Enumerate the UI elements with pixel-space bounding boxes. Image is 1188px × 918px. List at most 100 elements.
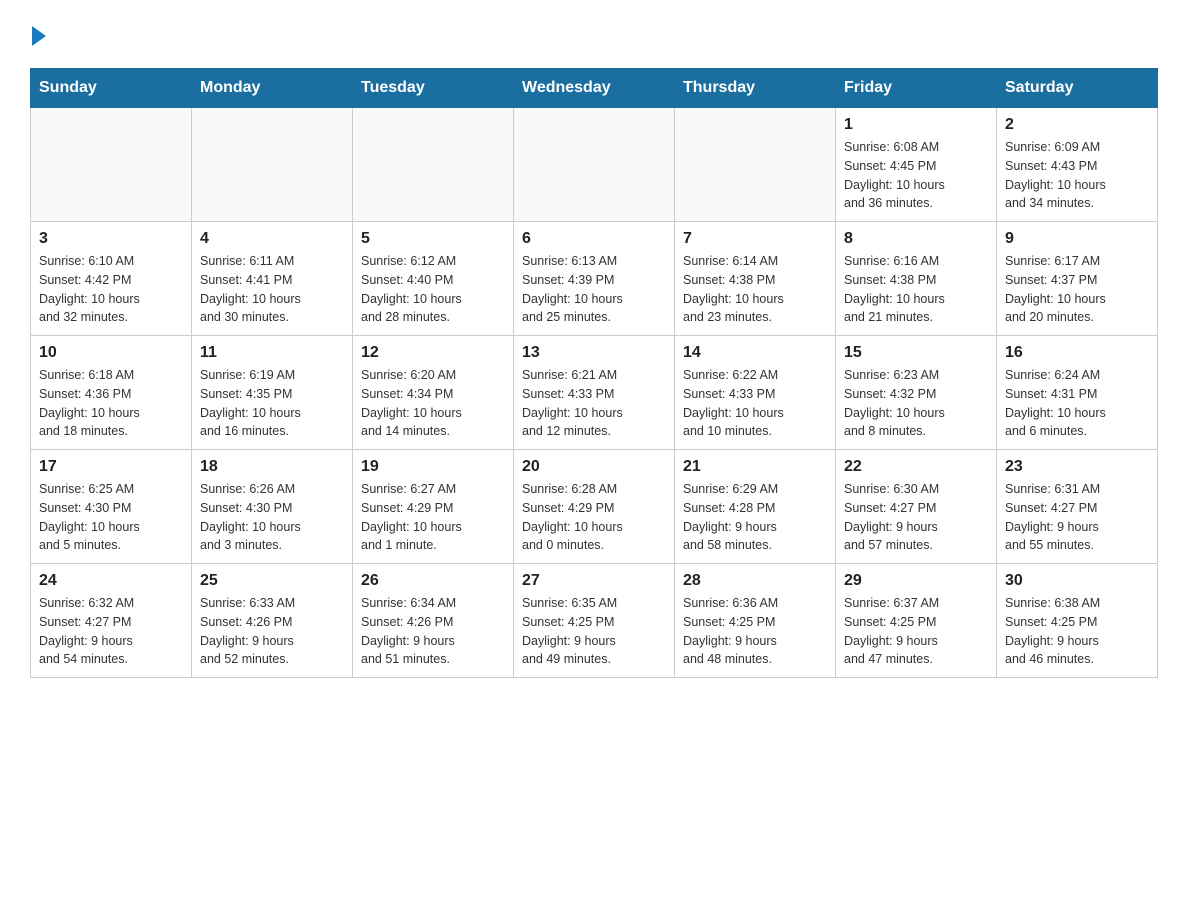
day-info: Sunrise: 6:26 AM Sunset: 4:30 PM Dayligh… [200, 480, 344, 555]
day-number: 21 [683, 458, 827, 476]
day-number: 20 [522, 458, 666, 476]
day-number: 22 [844, 458, 988, 476]
calendar-cell: 28 Sunrise: 6:36 AM Sunset: 4:25 PM Dayli… [675, 564, 836, 678]
calendar-cell: 21 Sunrise: 6:29 AM Sunset: 4:28 PM Dayli… [675, 450, 836, 564]
day-number: 24 [39, 572, 183, 590]
calendar-cell: 25 Sunrise: 6:33 AM Sunset: 4:26 PM Dayli… [192, 564, 353, 678]
calendar-cell: 10Sunrise: 6:18 AM Sunset: 4:36 PM Dayli… [31, 336, 192, 450]
day-number: 26 [361, 572, 505, 590]
weekday-header-saturday: Saturday [997, 69, 1158, 108]
day-info: Sunrise: 6:10 AM Sunset: 4:42 PM Dayligh… [39, 252, 183, 327]
weekday-header-sunday: Sunday [31, 69, 192, 108]
calendar-cell: 17Sunrise: 6:25 AM Sunset: 4:30 PM Dayli… [31, 450, 192, 564]
calendar-cell: 1Sunrise: 6:08 AM Sunset: 4:45 PM Daylig… [836, 108, 997, 222]
calendar-cell: 9 Sunrise: 6:17 AM Sunset: 4:37 PM Daylig… [997, 222, 1158, 336]
calendar-cell: 15 Sunrise: 6:23 AM Sunset: 4:32 PM Dayli… [836, 336, 997, 450]
day-info: Sunrise: 6:29 AM Sunset: 4:28 PM Dayligh… [683, 480, 827, 555]
day-number: 28 [683, 572, 827, 590]
weekday-header-thursday: Thursday [675, 69, 836, 108]
day-number: 15 [844, 344, 988, 362]
calendar-cell: 3 Sunrise: 6:10 AM Sunset: 4:42 PM Daylig… [31, 222, 192, 336]
calendar-cell [31, 108, 192, 222]
day-info: Sunrise: 6:37 AM Sunset: 4:25 PM Dayligh… [844, 594, 988, 669]
weekday-header-friday: Friday [836, 69, 997, 108]
week-row-2: 3 Sunrise: 6:10 AM Sunset: 4:42 PM Daylig… [31, 222, 1158, 336]
day-info: Sunrise: 6:36 AM Sunset: 4:25 PM Dayligh… [683, 594, 827, 669]
day-number: 17 [39, 458, 183, 476]
calendar-cell: 14Sunrise: 6:22 AM Sunset: 4:33 PM Dayli… [675, 336, 836, 450]
logo [30, 30, 48, 48]
day-info: Sunrise: 6:35 AM Sunset: 4:25 PM Dayligh… [522, 594, 666, 669]
calendar-cell: 19 Sunrise: 6:27 AM Sunset: 4:29 PM Dayli… [353, 450, 514, 564]
calendar-cell: 4 Sunrise: 6:11 AM Sunset: 4:41 PM Daylig… [192, 222, 353, 336]
day-number: 9 [1005, 230, 1149, 248]
page-header [30, 30, 1158, 48]
day-info: Sunrise: 6:24 AM Sunset: 4:31 PM Dayligh… [1005, 366, 1149, 441]
day-number: 18 [200, 458, 344, 476]
day-info: Sunrise: 6:31 AM Sunset: 4:27 PM Dayligh… [1005, 480, 1149, 555]
day-info: Sunrise: 6:09 AM Sunset: 4:43 PM Dayligh… [1005, 138, 1149, 213]
day-number: 2 [1005, 116, 1149, 134]
week-row-5: 24Sunrise: 6:32 AM Sunset: 4:27 PM Dayli… [31, 564, 1158, 678]
week-row-1: 1Sunrise: 6:08 AM Sunset: 4:45 PM Daylig… [31, 108, 1158, 222]
day-number: 16 [1005, 344, 1149, 362]
day-info: Sunrise: 6:11 AM Sunset: 4:41 PM Dayligh… [200, 252, 344, 327]
day-info: Sunrise: 6:13 AM Sunset: 4:39 PM Dayligh… [522, 252, 666, 327]
day-info: Sunrise: 6:12 AM Sunset: 4:40 PM Dayligh… [361, 252, 505, 327]
calendar-cell [675, 108, 836, 222]
day-info: Sunrise: 6:38 AM Sunset: 4:25 PM Dayligh… [1005, 594, 1149, 669]
logo-arrow-icon [32, 26, 46, 46]
calendar-cell: 16 Sunrise: 6:24 AM Sunset: 4:31 PM Dayli… [997, 336, 1158, 450]
day-number: 11 [200, 344, 344, 362]
calendar-cell: 6 Sunrise: 6:13 AM Sunset: 4:39 PM Daylig… [514, 222, 675, 336]
calendar-cell: 12 Sunrise: 6:20 AM Sunset: 4:34 PM Dayli… [353, 336, 514, 450]
calendar-cell: 7 Sunrise: 6:14 AM Sunset: 4:38 PM Daylig… [675, 222, 836, 336]
calendar-cell: 2 Sunrise: 6:09 AM Sunset: 4:43 PM Daylig… [997, 108, 1158, 222]
calendar-cell: 22 Sunrise: 6:30 AM Sunset: 4:27 PM Dayli… [836, 450, 997, 564]
day-info: Sunrise: 6:27 AM Sunset: 4:29 PM Dayligh… [361, 480, 505, 555]
weekday-header-tuesday: Tuesday [353, 69, 514, 108]
day-number: 5 [361, 230, 505, 248]
day-info: Sunrise: 6:14 AM Sunset: 4:38 PM Dayligh… [683, 252, 827, 327]
day-number: 23 [1005, 458, 1149, 476]
day-info: Sunrise: 6:20 AM Sunset: 4:34 PM Dayligh… [361, 366, 505, 441]
calendar-cell: 8 Sunrise: 6:16 AM Sunset: 4:38 PM Daylig… [836, 222, 997, 336]
calendar-cell: 27 Sunrise: 6:35 AM Sunset: 4:25 PM Dayli… [514, 564, 675, 678]
calendar-cell: 23 Sunrise: 6:31 AM Sunset: 4:27 PM Dayli… [997, 450, 1158, 564]
calendar-cell: 26Sunrise: 6:34 AM Sunset: 4:26 PM Dayli… [353, 564, 514, 678]
day-info: Sunrise: 6:18 AM Sunset: 4:36 PM Dayligh… [39, 366, 183, 441]
day-info: Sunrise: 6:33 AM Sunset: 4:26 PM Dayligh… [200, 594, 344, 669]
day-info: Sunrise: 6:19 AM Sunset: 4:35 PM Dayligh… [200, 366, 344, 441]
day-number: 8 [844, 230, 988, 248]
day-number: 19 [361, 458, 505, 476]
day-info: Sunrise: 6:08 AM Sunset: 4:45 PM Dayligh… [844, 138, 988, 213]
day-info: Sunrise: 6:23 AM Sunset: 4:32 PM Dayligh… [844, 366, 988, 441]
day-info: Sunrise: 6:28 AM Sunset: 4:29 PM Dayligh… [522, 480, 666, 555]
day-number: 6 [522, 230, 666, 248]
day-info: Sunrise: 6:17 AM Sunset: 4:37 PM Dayligh… [1005, 252, 1149, 327]
calendar-cell: 24Sunrise: 6:32 AM Sunset: 4:27 PM Dayli… [31, 564, 192, 678]
day-number: 7 [683, 230, 827, 248]
calendar-cell: 13Sunrise: 6:21 AM Sunset: 4:33 PM Dayli… [514, 336, 675, 450]
day-number: 12 [361, 344, 505, 362]
calendar-cell: 30 Sunrise: 6:38 AM Sunset: 4:25 PM Dayli… [997, 564, 1158, 678]
day-info: Sunrise: 6:30 AM Sunset: 4:27 PM Dayligh… [844, 480, 988, 555]
weekday-header-row: SundayMondayTuesdayWednesdayThursdayFrid… [31, 69, 1158, 108]
day-info: Sunrise: 6:16 AM Sunset: 4:38 PM Dayligh… [844, 252, 988, 327]
day-number: 3 [39, 230, 183, 248]
calendar-cell: 29 Sunrise: 6:37 AM Sunset: 4:25 PM Dayli… [836, 564, 997, 678]
week-row-4: 17Sunrise: 6:25 AM Sunset: 4:30 PM Dayli… [31, 450, 1158, 564]
day-number: 30 [1005, 572, 1149, 590]
day-number: 14 [683, 344, 827, 362]
day-number: 27 [522, 572, 666, 590]
day-info: Sunrise: 6:21 AM Sunset: 4:33 PM Dayligh… [522, 366, 666, 441]
weekday-header-wednesday: Wednesday [514, 69, 675, 108]
calendar-cell [353, 108, 514, 222]
calendar-cell [514, 108, 675, 222]
calendar-cell [192, 108, 353, 222]
day-number: 29 [844, 572, 988, 590]
day-number: 25 [200, 572, 344, 590]
day-number: 4 [200, 230, 344, 248]
calendar-cell: 20 Sunrise: 6:28 AM Sunset: 4:29 PM Dayli… [514, 450, 675, 564]
calendar-cell: 18 Sunrise: 6:26 AM Sunset: 4:30 PM Dayli… [192, 450, 353, 564]
